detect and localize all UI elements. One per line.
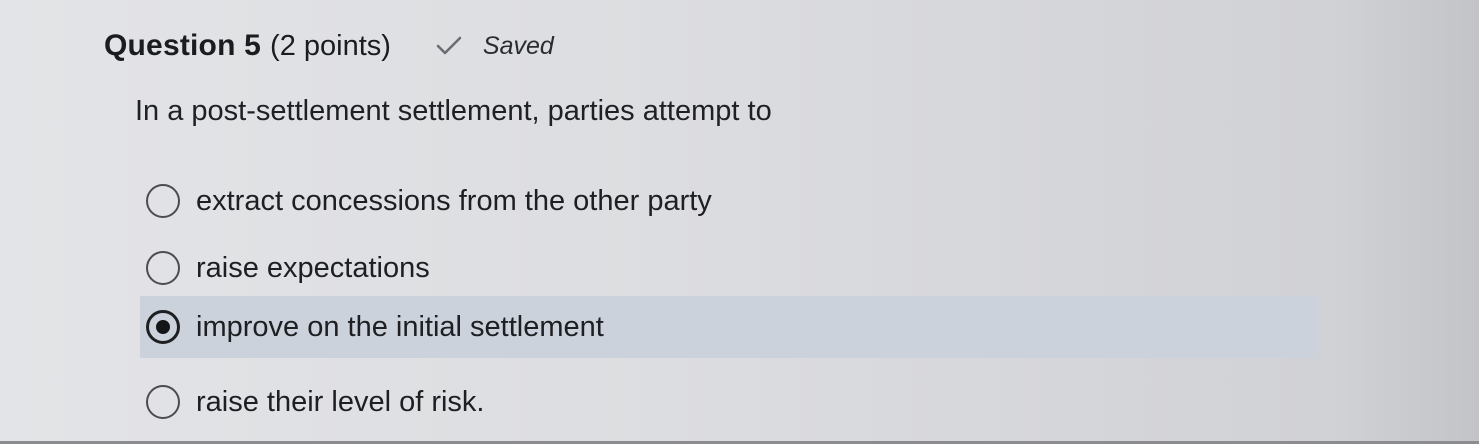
answer-option-label: raise their level of risk. <box>196 385 485 418</box>
answer-option-2[interactable]: raise expectations <box>140 237 430 299</box>
quiz-page: Question 5 (2 points) Saved In a post-se… <box>0 0 1479 444</box>
answer-option-3-selected[interactable]: improve on the initial settlement <box>140 296 1318 358</box>
answer-option-label: improve on the initial settlement <box>196 310 604 343</box>
radio-button[interactable] <box>146 251 180 285</box>
answer-option-label: raise expectations <box>196 251 430 284</box>
answer-options: extract concessions from the other party… <box>0 0 1479 444</box>
answer-option-1[interactable]: extract concessions from the other party <box>140 170 712 232</box>
answer-option-label: extract concessions from the other party <box>196 184 712 217</box>
radio-dot-icon <box>156 320 170 334</box>
radio-button[interactable] <box>146 385 180 419</box>
radio-button[interactable] <box>146 184 180 218</box>
answer-option-4[interactable]: raise their level of risk. <box>140 371 485 433</box>
radio-button-selected[interactable] <box>146 310 180 344</box>
